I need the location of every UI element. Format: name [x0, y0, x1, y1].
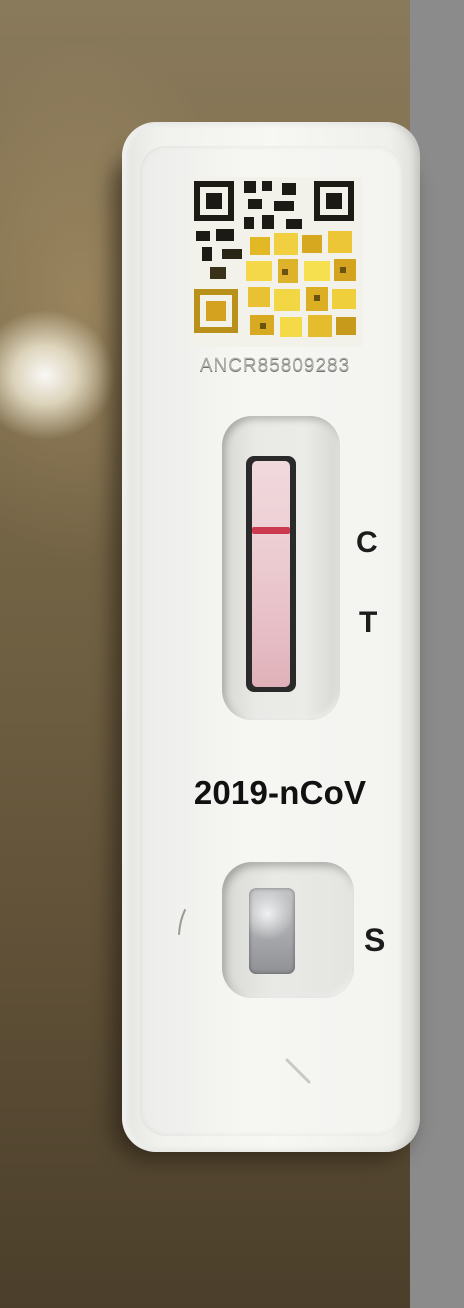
control-marker-label: C [356, 526, 378, 559]
control-line [252, 527, 290, 534]
surface-scratch [178, 909, 186, 935]
qr-code-icon [190, 177, 362, 347]
test-marker-label: T [359, 606, 378, 639]
sample-pad [249, 888, 295, 974]
product-name: 2019-nCoV [193, 774, 367, 811]
sample-marker-label: S [364, 922, 386, 958]
photo-scene: ANCR85809283 C T 2019-nCoV S [0, 0, 464, 1308]
serial-number: ANCR85809283 [199, 355, 351, 376]
bottom-notch-mark [285, 1058, 311, 1084]
test-strip [252, 461, 290, 687]
